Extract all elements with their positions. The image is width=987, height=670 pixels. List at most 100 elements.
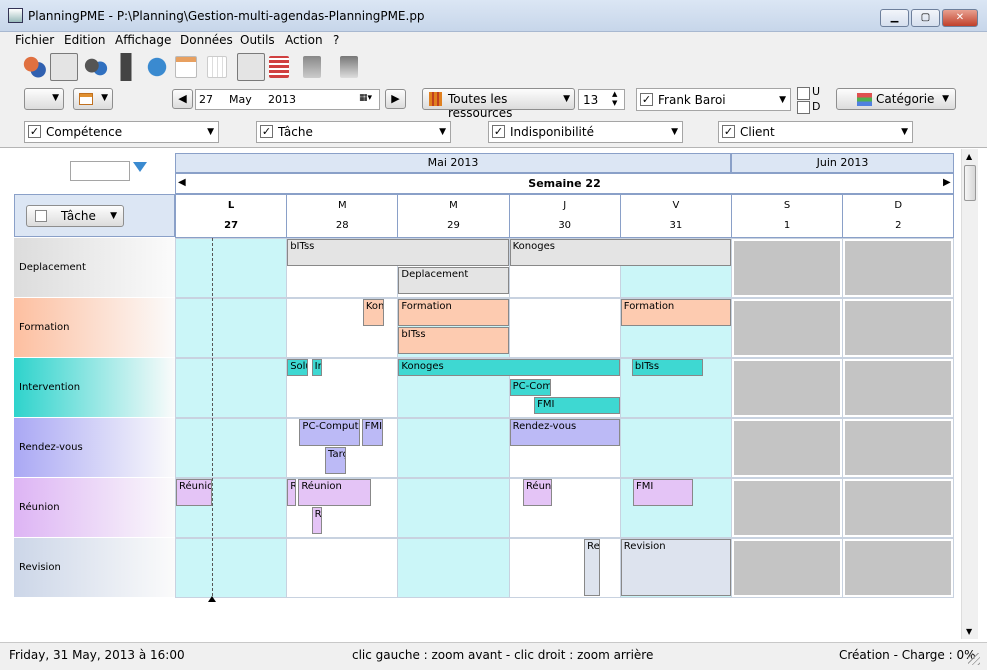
grid-cell[interactable] xyxy=(397,538,510,598)
grid-cell[interactable] xyxy=(397,418,510,478)
scroll-up-icon[interactable]: ▲ xyxy=(966,152,972,161)
calendar-icon[interactable] xyxy=(175,56,197,78)
date-day[interactable]: 27 xyxy=(199,93,213,106)
edit-task-icon[interactable] xyxy=(50,53,78,81)
filter-competence[interactable]: ✓ Compétence ▼ xyxy=(24,121,219,143)
scroll-thumb[interactable] xyxy=(964,165,976,201)
close-button[interactable]: ✕ xyxy=(942,9,978,27)
row-label[interactable]: Intervention xyxy=(14,358,175,418)
grid-view-icon[interactable] xyxy=(269,56,289,78)
filter-funnel-icon[interactable] xyxy=(133,162,147,172)
grid-cell[interactable] xyxy=(731,358,844,418)
day-header[interactable]: L 27 xyxy=(175,194,288,238)
day-header[interactable]: D2 xyxy=(842,194,955,238)
event-block[interactable]: Formation xyxy=(398,299,509,326)
event-block[interactable]: Rendez-vous xyxy=(509,419,620,446)
event-block[interactable]: Kon xyxy=(362,299,385,326)
event-block[interactable]: R xyxy=(311,507,322,534)
menu-action[interactable]: Action xyxy=(285,33,323,47)
grid-cell[interactable] xyxy=(286,538,399,598)
grid-cell[interactable] xyxy=(731,238,844,298)
menu-help[interactable]: ? xyxy=(333,33,339,47)
grid-cell[interactable] xyxy=(731,418,844,478)
event-block[interactable]: FMI xyxy=(534,397,620,414)
grid-cell[interactable] xyxy=(842,358,955,418)
globe-icon[interactable] xyxy=(143,53,171,81)
date-field[interactable]: 27 May 2013 ▦▾ xyxy=(195,89,380,110)
group-by-dropdown[interactable]: Tâche ▼ xyxy=(26,205,124,227)
prev-week-arrow[interactable]: ◀ xyxy=(178,177,186,188)
day-header[interactable]: M 29 xyxy=(397,194,510,238)
grid-cell[interactable] xyxy=(842,238,955,298)
menu-donnees[interactable]: Données xyxy=(180,33,233,47)
category-dropdown[interactable]: Catégorie ▼ xyxy=(836,88,956,110)
grid-cell[interactable] xyxy=(842,478,955,538)
filter-indisponibilite[interactable]: ✓ Indisponibilité ▼ xyxy=(488,121,683,143)
report-icon[interactable] xyxy=(303,56,321,78)
resize-grip-icon[interactable] xyxy=(968,653,980,665)
u-checkbox[interactable] xyxy=(797,87,810,100)
grid-cell[interactable] xyxy=(175,298,288,358)
event-block[interactable]: bITss xyxy=(631,359,704,376)
grid-cell[interactable] xyxy=(731,298,844,358)
event-block[interactable]: FMI xyxy=(361,419,383,446)
menu-fichier[interactable]: Fichier xyxy=(15,33,54,47)
event-block[interactable]: Ir xyxy=(311,359,322,376)
display-dropdown[interactable]: ▼ xyxy=(73,88,113,110)
event-block[interactable]: Tarç xyxy=(325,447,347,474)
day-header[interactable]: V 31 xyxy=(619,194,732,238)
prev-date-button[interactable]: ◀ xyxy=(172,89,193,109)
event-block[interactable]: FMI xyxy=(633,479,694,506)
event-block[interactable]: PC-Com xyxy=(509,379,551,396)
grid-cell[interactable] xyxy=(508,298,621,358)
resource-count-stepper[interactable]: 13 ▲ ▼ xyxy=(578,89,625,110)
grid-cell[interactable] xyxy=(842,538,955,598)
day-header[interactable]: M 28 xyxy=(286,194,399,238)
event-block[interactable]: Réunion xyxy=(298,479,371,506)
event-block[interactable]: Deplacement xyxy=(398,267,509,294)
grid-cell[interactable] xyxy=(175,238,288,298)
row-label[interactable]: Réunion xyxy=(14,478,175,538)
d-checkbox[interactable] xyxy=(797,101,810,114)
row-label[interactable]: Deplacement xyxy=(14,238,175,298)
add-planning-icon[interactable] xyxy=(237,53,265,81)
search-input[interactable] xyxy=(70,161,130,181)
client-checkbox[interactable]: ✓ xyxy=(722,125,735,138)
indisponibilite-checkbox[interactable]: ✓ xyxy=(492,125,505,138)
maximize-button[interactable]: ▢ xyxy=(911,9,940,27)
next-date-button[interactable]: ▶ xyxy=(385,89,406,109)
grid-cell[interactable] xyxy=(175,358,288,418)
event-block[interactable]: bITss xyxy=(287,239,509,266)
event-block[interactable]: Konoges xyxy=(398,359,620,376)
event-block[interactable]: PC-Computi xyxy=(299,419,360,446)
menu-outils[interactable]: Outils xyxy=(240,33,275,47)
calendar-picker-icon[interactable]: ▦▾ xyxy=(359,93,372,103)
resource-count[interactable]: 13 xyxy=(583,93,598,107)
resources-dropdown[interactable]: Toutes les ressources ▼ xyxy=(422,88,575,120)
event-block[interactable]: Solu xyxy=(287,359,309,376)
event-block[interactable]: Réunio xyxy=(176,479,212,506)
event-block[interactable]: Konoges xyxy=(509,239,731,266)
grid-cell[interactable] xyxy=(731,538,844,598)
next-week-arrow[interactable]: ▶ xyxy=(943,177,951,188)
tache-checkbox[interactable]: ✓ xyxy=(260,125,273,138)
row-label[interactable]: Formation xyxy=(14,298,175,358)
table-icon[interactable] xyxy=(207,56,227,78)
scroll-down-icon[interactable]: ▼ xyxy=(966,627,972,636)
date-year[interactable]: 2013 xyxy=(268,93,296,106)
day-header[interactable]: S1 xyxy=(731,194,844,238)
export-icon[interactable] xyxy=(340,56,358,78)
view-mode-dropdown[interactable]: ▼ xyxy=(24,88,64,110)
row-label[interactable]: Rendez-vous xyxy=(14,418,175,478)
event-block[interactable]: Réuni xyxy=(522,479,552,506)
row-label[interactable]: Revision xyxy=(14,538,175,598)
user-checkbox[interactable]: ✓ xyxy=(640,93,653,106)
grid-cell[interactable] xyxy=(619,418,732,478)
day-header[interactable]: J 30 xyxy=(508,194,621,238)
stepper-arrows-icon[interactable]: ▲ ▼ xyxy=(612,90,617,108)
date-month[interactable]: May xyxy=(229,93,252,106)
filter-client[interactable]: ✓ Client ▼ xyxy=(718,121,913,143)
resources-icon[interactable] xyxy=(20,53,48,81)
competence-checkbox[interactable]: ✓ xyxy=(28,125,41,138)
grid-cell[interactable] xyxy=(397,478,510,538)
